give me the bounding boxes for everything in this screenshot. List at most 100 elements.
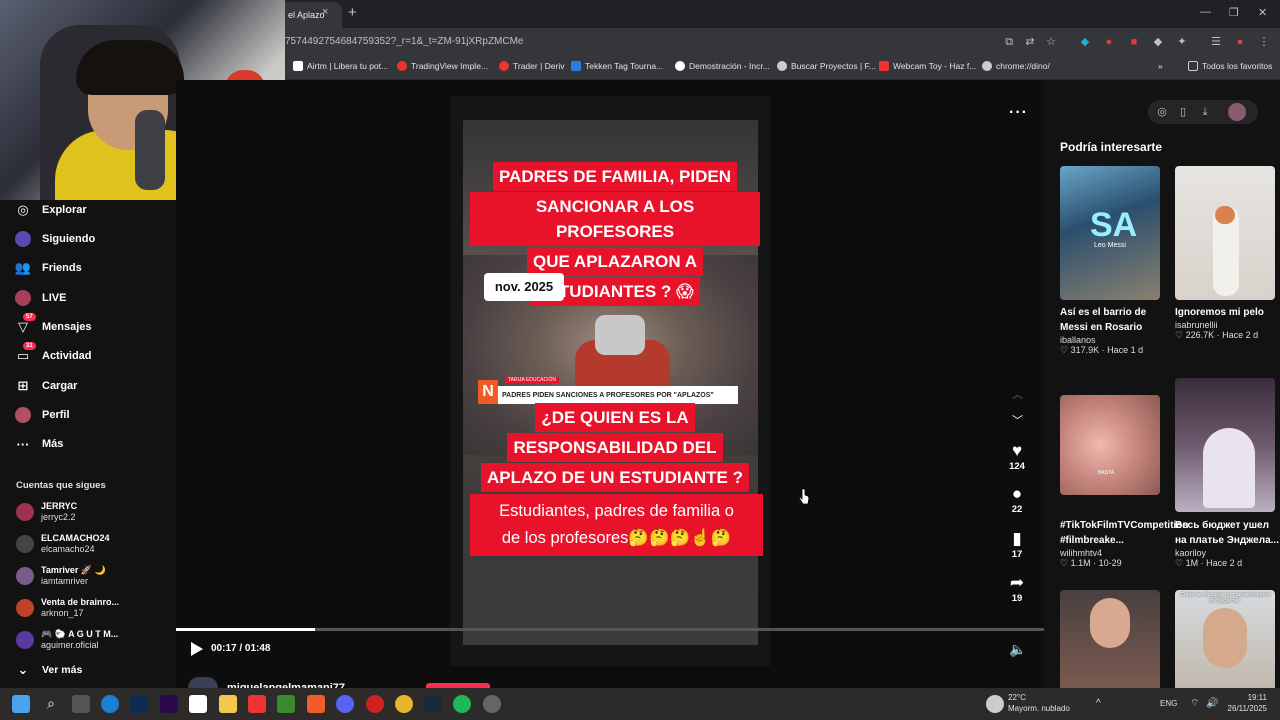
- card-user[interactable]: iballanos: [1060, 335, 1164, 345]
- card-thumbnail[interactable]: [1175, 378, 1275, 512]
- sidebar-item-siguiendo[interactable]: Siguiendo: [14, 228, 95, 250]
- card-title[interactable]: Ignoremos mi pelo: [1175, 305, 1279, 320]
- video-progress-fill: [176, 628, 315, 631]
- translate-icon[interactable]: ⇄: [1024, 36, 1036, 48]
- sidebar-item-mas[interactable]: ··· Más: [14, 433, 64, 455]
- extension-badge-icon[interactable]: ■: [1128, 36, 1140, 48]
- new-tab-button[interactable]: +: [348, 4, 357, 21]
- minimize-icon[interactable]: —: [1200, 6, 1211, 18]
- bookmarks-overflow-icon[interactable]: »: [1158, 61, 1163, 71]
- followed-account[interactable]: Venta de brainro... arknon_17: [16, 597, 119, 619]
- clock[interactable]: 19:11 26/11/2025: [1222, 692, 1267, 714]
- profile-avatar-icon[interactable]: ●: [1234, 36, 1246, 48]
- next-video-icon[interactable]: ﹀: [1012, 412, 1023, 428]
- language-indicator[interactable]: ENG: [1160, 698, 1177, 709]
- sidebar-item-friends[interactable]: 👥 Friends: [14, 257, 82, 279]
- bookmark-item[interactable]: Tekken Tag Tourna...: [571, 61, 663, 71]
- bookmark-star-icon[interactable]: ☆: [1045, 36, 1057, 48]
- tray-overflow-icon[interactable]: ^: [1096, 698, 1101, 709]
- sidebar-item-cargar[interactable]: ⊞ Cargar: [14, 375, 78, 397]
- maximize-icon[interactable]: ❐: [1229, 6, 1239, 19]
- card-thumbnail[interactable]: [1060, 590, 1160, 688]
- browser-menu-icon[interactable]: ⋮: [1258, 36, 1270, 48]
- volume-icon[interactable]: 🔈: [1009, 641, 1026, 658]
- author-avatar[interactable]: [188, 677, 218, 688]
- steam-icon[interactable]: [424, 695, 442, 713]
- bookmark-item[interactable]: Buscar Proyectos | F...: [777, 61, 876, 71]
- more-options-icon[interactable]: ···: [1009, 104, 1028, 122]
- reading-list-icon[interactable]: ☰: [1210, 36, 1222, 48]
- card-title[interactable]: #TikTokFilmTVCompetition #filmbreake...: [1060, 518, 1189, 548]
- author-name[interactable]: miguelangelmamani77: [227, 680, 345, 688]
- card-thumbnail[interactable]: [1175, 166, 1275, 300]
- all-favorites-button[interactable]: Todos los favoritos: [1188, 61, 1272, 71]
- edge-icon[interactable]: [101, 695, 119, 713]
- user-avatar[interactable]: [1228, 103, 1246, 121]
- bookmark-item[interactable]: chrome://dino/: [982, 61, 1050, 71]
- sidebar-item-perfil[interactable]: Perfil: [14, 404, 70, 426]
- spotify-icon[interactable]: [453, 695, 471, 713]
- close-window-icon[interactable]: ✕: [1258, 6, 1267, 19]
- store-icon[interactable]: [189, 695, 207, 713]
- discord-icon[interactable]: [336, 695, 354, 713]
- extension-red-icon[interactable]: ●: [1103, 36, 1115, 48]
- card-user[interactable]: kaoriloy: [1175, 548, 1279, 558]
- github-icon[interactable]: [483, 695, 501, 713]
- see-more-button[interactable]: ⌄ Ver más: [14, 659, 83, 681]
- card-info: #TikTokFilmTVCompetition #filmbreake... …: [1060, 518, 1189, 569]
- extension-tradingview-icon[interactable]: ◆: [1079, 36, 1091, 48]
- network-icon[interactable]: ⌔: [1190, 698, 1199, 709]
- speaker-icon[interactable]: 🔊: [1206, 698, 1218, 709]
- brave-icon[interactable]: [307, 695, 325, 713]
- extensions-puzzle-icon[interactable]: ✦: [1176, 36, 1188, 48]
- tab-active[interactable]: el Aplazo: [285, 2, 342, 28]
- like-button[interactable]: ♥ 124: [1003, 441, 1031, 472]
- card-title[interactable]: Así es el barrio de Messi en Rosario: [1060, 305, 1164, 335]
- bookmark-item[interactable]: Trader | Deriv: [499, 61, 565, 71]
- extension-diamond-icon[interactable]: ◆: [1152, 36, 1164, 48]
- bookmark-item[interactable]: Demostración - Incr...: [675, 61, 770, 71]
- install-icon[interactable]: ⧉: [1003, 36, 1015, 48]
- sidebar-item-actividad[interactable]: ▭ 31 Actividad: [14, 342, 92, 367]
- followed-account[interactable]: JERRYC jerryc2.2: [16, 501, 77, 523]
- weather-widget[interactable]: 22°C Mayorm. nublado: [1008, 692, 1070, 714]
- deriv-app-icon[interactable]: [248, 695, 266, 713]
- url-field[interactable]: 7574492754684759352?_r=1&_t=ZM-91jXRpZMC…: [285, 36, 524, 47]
- comment-button[interactable]: ● 22: [1003, 484, 1031, 515]
- device-icon[interactable]: ▯: [1177, 106, 1189, 118]
- sidebar-item-explorar[interactable]: ◎ Explorar: [14, 199, 86, 221]
- opera-icon[interactable]: [366, 695, 384, 713]
- weather-icon[interactable]: [986, 695, 1004, 713]
- sidebar-item-mensajes[interactable]: ▽ 57 Mensajes: [14, 313, 92, 338]
- file-explorer-icon[interactable]: [219, 695, 237, 713]
- followed-account[interactable]: Tamriver 🚀 🌙 iamtamriver: [16, 565, 106, 587]
- card-thumbnail[interactable]: SA Leo Messi: [1060, 166, 1160, 300]
- coin-icon[interactable]: ◎: [1156, 106, 1168, 118]
- tab-close-icon[interactable]: ×: [322, 6, 328, 18]
- share-button[interactable]: ➦ 19: [1003, 573, 1031, 604]
- upload-icon: ⊞: [17, 378, 29, 393]
- bookmark-item[interactable]: Airtm | Libera tu pot...: [293, 61, 388, 71]
- save-button[interactable]: ▮ 17: [1003, 529, 1031, 560]
- download-icon[interactable]: ⤓: [1199, 106, 1211, 118]
- task-view-icon[interactable]: [72, 695, 90, 713]
- bookmark-item[interactable]: TradingView Imple...: [397, 61, 488, 71]
- bookmark-item[interactable]: Webcam Toy - Haz f...: [879, 61, 976, 71]
- card-thumbnail[interactable]: BASTA: [1060, 395, 1160, 495]
- minecraft-icon[interactable]: [277, 695, 295, 713]
- photoshop-icon[interactable]: [130, 695, 148, 713]
- card-thumbnail[interactable]: Cómo se disculpa mi mamá después de pega…: [1175, 590, 1275, 688]
- followed-account[interactable]: 🎮 🐑 A G U T M... aguimer.oficial: [16, 629, 118, 651]
- tab-title: el Aplazo: [288, 10, 325, 20]
- card-user[interactable]: wilihmhtv4: [1060, 548, 1164, 558]
- premiere-icon[interactable]: [160, 695, 178, 713]
- followed-account[interactable]: ELCAMACHO24 elcamacho24: [16, 533, 110, 555]
- start-icon[interactable]: [12, 695, 30, 713]
- play-icon[interactable]: [190, 641, 204, 657]
- prev-video-icon[interactable]: ︿: [1012, 386, 1023, 402]
- search-icon[interactable]: ⌕: [42, 695, 60, 713]
- chrome-icon[interactable]: [395, 695, 413, 713]
- card-title[interactable]: Весь бюджет ушел на платье Энджела...: [1175, 518, 1279, 548]
- card-user[interactable]: isabrunellii: [1175, 320, 1279, 330]
- sidebar-item-live[interactable]: LIVE: [14, 287, 66, 309]
